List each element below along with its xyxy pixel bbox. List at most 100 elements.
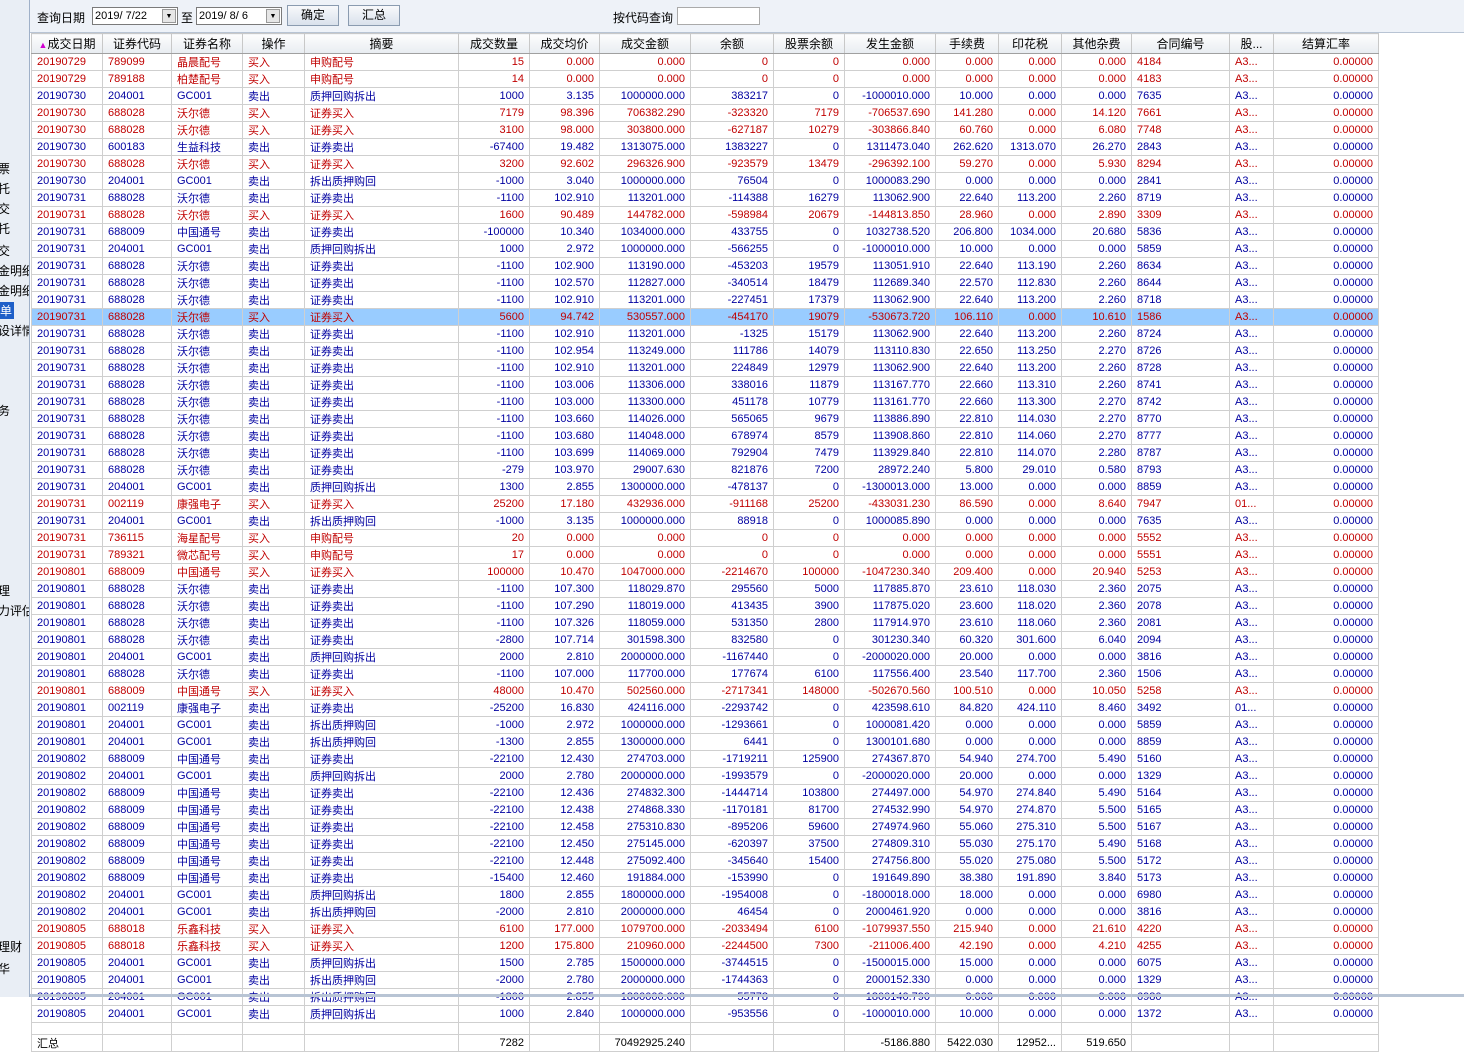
- table-row[interactable]: 20190731 688028 沃尔德 卖出 证券卖出 -279 103.970 29007.…: [31, 461, 1379, 479]
- date-from-picker[interactable]: 2019/ 7/22 ▼: [92, 7, 178, 25]
- table-row[interactable]: 20190731 688028 沃尔德 卖出 证券卖出 -1100 102.910 11320…: [31, 325, 1379, 343]
- table-row[interactable]: 20190802 688009 中国通号 卖出 证券卖出 -22100 12.430 2747…: [31, 750, 1379, 768]
- column-header-stamp-tax[interactable]: 印花税: [998, 33, 1062, 54]
- code-query-input[interactable]: [677, 7, 760, 25]
- column-header-occurred-amount[interactable]: 发生金额: [844, 33, 936, 54]
- table-row[interactable]: 20190801 002119 康强电子 卖出 证券卖出 -25200 16.830 4241…: [31, 699, 1379, 717]
- table-row[interactable]: 20190731 688009 中国通号 卖出 证券卖出 -100000 10.340 103…: [31, 223, 1379, 241]
- table-row[interactable]: 20190731 688028 沃尔德 卖出 证券卖出 -1100 102.910 11320…: [31, 359, 1379, 377]
- sidebar-item[interactable]: 交: [0, 200, 10, 217]
- table-row[interactable]: 20190731 688028 沃尔德 买入 证券买入 1600 90.489 144782.…: [31, 206, 1379, 224]
- summary-button[interactable]: 汇总: [348, 5, 400, 26]
- table-row[interactable]: 20190801 688028 沃尔德 卖出 证券卖出 -1100 107.290 11801…: [31, 597, 1379, 615]
- cell-contract-no: 4184: [1131, 53, 1230, 71]
- sidebar-item[interactable]: 金明细: [0, 282, 29, 299]
- cell-commission: 0.000: [935, 716, 999, 734]
- sidebar-item[interactable]: 华: [0, 960, 10, 977]
- table-row[interactable]: 20190731 688028 沃尔德 卖出 证券卖出 -1100 102.910 11320…: [31, 189, 1379, 207]
- table-row[interactable]: 20190801 688009 中国通号 买入 证券买入 100000 10.470 1047…: [31, 563, 1379, 581]
- column-header-security-name[interactable]: 证券名称: [171, 33, 243, 54]
- column-header-shareholder[interactable]: 股...: [1229, 33, 1274, 54]
- sidebar-item[interactable]: 务: [0, 402, 10, 419]
- table-row[interactable]: 20190802 204001 GC001 卖出 质押回购拆出 1800 2.855 1800…: [31, 886, 1379, 904]
- table-row-selected[interactable]: 20190731 688028 沃尔德 买入 证券买入 5600 94.742 530557.…: [31, 308, 1379, 326]
- table-row[interactable]: 20190731 204001 GC001 卖出 拆出质押购回 -1000 3.135 100…: [31, 512, 1379, 530]
- summary-row[interactable]: 汇总 7282 70492925.240 -5186.880 5422.030 12952…: [31, 1034, 1379, 1052]
- table-row[interactable]: 20190802 204001 GC001 卖出 质押回购拆出 2000 2.780 2000…: [31, 767, 1379, 785]
- table-row[interactable]: 20190801 204001 GC001 卖出 拆出质押购回 -1000 2.972 100…: [31, 716, 1379, 734]
- table-row[interactable]: 20190731 688028 沃尔德 卖出 证券卖出 -1100 103.699 11406…: [31, 444, 1379, 462]
- table-row[interactable]: 20190802 688009 中国通号 卖出 证券卖出 -15400 12.460 1918…: [31, 869, 1379, 887]
- table-row[interactable]: 20190730 204001 GC001 卖出 质押回购拆出 1000 3.135 1000…: [31, 87, 1379, 105]
- table-row[interactable]: 20190802 688009 中国通号 卖出 证券卖出 -22100 12.450 2751…: [31, 835, 1379, 853]
- table-row[interactable]: 20190801 688009 中国通号 买入 证券买入 48000 10.470 50256…: [31, 682, 1379, 700]
- table-row[interactable]: 20190802 688009 中国通号 卖出 证券卖出 -22100 12.438 2748…: [31, 801, 1379, 819]
- sidebar-item[interactable]: 单: [0, 302, 15, 319]
- table-row[interactable]: 20190730 600183 生益科技 卖出 证券卖出 -67400 19.482 1313…: [31, 138, 1379, 156]
- column-header-other-fees[interactable]: 其他杂费: [1061, 33, 1132, 54]
- table-row[interactable]: 20190731 736115 海星配号 买入 申购配号 20 0.000 0.000 0 0 0.…: [31, 529, 1379, 547]
- table-row[interactable]: 20190801 688028 沃尔德 卖出 证券卖出 -1100 107.326 11805…: [31, 614, 1379, 632]
- sidebar-item[interactable]: 理财: [0, 938, 22, 955]
- table-row[interactable]: 20190802 204001 GC001 卖出 拆出质押购回 -2000 2.810 200…: [31, 903, 1379, 921]
- table-row[interactable]: 20190731 204001 GC001 卖出 质押回购拆出 1000 2.972 1000…: [31, 240, 1379, 258]
- column-header-trade-date[interactable]: ▲成交日期: [31, 33, 103, 54]
- table-row[interactable]: 20190801 688028 沃尔德 卖出 证券卖出 -1100 107.300 11802…: [31, 580, 1379, 598]
- table-row[interactable]: 20190729 789188 柏楚配号 买入 申购配号 14 0.000 0.000 0 0 0.…: [31, 70, 1379, 88]
- table-row[interactable]: 20190731 204001 GC001 卖出 质押回购拆出 1300 2.855 1300…: [31, 478, 1379, 496]
- table-row[interactable]: 20190731 688028 沃尔德 卖出 证券卖出 -1100 102.900 11319…: [31, 257, 1379, 275]
- table-row[interactable]: 20190805 204001 GC001 卖出 质押回购拆出 1000 2.840 1000…: [31, 1005, 1379, 1023]
- table-row[interactable]: 20190802 688009 中国通号 卖出 证券卖出 -22100 12.458 2753…: [31, 818, 1379, 836]
- column-header-avg-price[interactable]: 成交均价: [529, 33, 600, 54]
- chevron-down-icon[interactable]: ▼: [266, 9, 280, 23]
- table-row[interactable]: 20190805 204001 GC001 卖出 质押回购拆出 1500 2.785 1500…: [31, 954, 1379, 972]
- table-row[interactable]: 20190730 688028 沃尔德 买入 证券买入 7179 98.396 706382.…: [31, 104, 1379, 122]
- table-row[interactable]: 20190802 688009 中国通号 卖出 证券卖出 -22100 12.448 2750…: [31, 852, 1379, 870]
- sidebar-item[interactable]: 金明细: [0, 262, 29, 279]
- column-header-security-code[interactable]: 证券代码: [102, 33, 172, 54]
- table-row[interactable]: 20190805 204001 GC001 卖出 拆出质押购回 -1800 2.855 180…: [31, 988, 1379, 1006]
- table-row[interactable]: 20190729 789099 晶晨配号 买入 申购配号 15 0.000 0.000 0 0 0.…: [31, 53, 1379, 71]
- table-row[interactable]: 20190805 688018 乐鑫科技 买入 证券买入 1200 175.800 21096…: [31, 937, 1379, 955]
- table-row[interactable]: 20190730 204001 GC001 卖出 拆出质押购回 -1000 3.040 100…: [31, 172, 1379, 190]
- column-header-summary[interactable]: 摘要: [304, 33, 459, 54]
- column-header-contract-no[interactable]: 合同编号: [1131, 33, 1230, 54]
- table-row[interactable]: 20190801 688028 沃尔德 卖出 证券卖出 -2800 107.714 30159…: [31, 631, 1379, 649]
- chevron-down-icon[interactable]: ▼: [162, 9, 176, 23]
- sidebar-item[interactable]: 交: [0, 242, 10, 259]
- table-row[interactable]: 20190731 688028 沃尔德 卖出 证券卖出 -1100 102.910 11320…: [31, 291, 1379, 309]
- confirm-button[interactable]: 确定: [287, 5, 339, 26]
- table-row[interactable]: 20190731 789321 微芯配号 买入 申购配号 17 0.000 0.000 0 0 0.…: [31, 546, 1379, 564]
- column-header-amount[interactable]: 成交金额: [599, 33, 691, 54]
- table-row[interactable]: 20190730 688028 沃尔德 买入 证券买入 3100 98.000 303800.…: [31, 121, 1379, 139]
- column-header-stock-balance[interactable]: 股票余额: [773, 33, 845, 54]
- table-row[interactable]: 20190805 688018 乐鑫科技 买入 证券买入 6100 177.000 10797…: [31, 920, 1379, 938]
- table-row[interactable]: 20190731 688028 沃尔德 卖出 证券卖出 -1100 103.006 11330…: [31, 376, 1379, 394]
- table-row[interactable]: 20190730 688028 沃尔德 买入 证券买入 3200 92.602 296326.…: [31, 155, 1379, 173]
- sidebar-item[interactable]: 设详情: [0, 322, 29, 339]
- table-row[interactable]: 20190805 204001 GC001 卖出 拆出质押购回 -2000 2.780 200…: [31, 971, 1379, 989]
- column-header-operation[interactable]: 操作: [242, 33, 305, 54]
- column-header-commission[interactable]: 手续费: [935, 33, 999, 54]
- table-row[interactable]: 20190801 204001 GC001 卖出 拆出质押购回 -1300 2.855 130…: [31, 733, 1379, 751]
- sidebar-item[interactable]: 力评估: [0, 602, 29, 619]
- date-to-picker[interactable]: 2019/ 8/ 6 ▼: [196, 7, 282, 25]
- table-row[interactable]: 20190731 688028 沃尔德 卖出 证券卖出 -1100 102.954 11324…: [31, 342, 1379, 360]
- table-row[interactable]: 20190801 688028 沃尔德 卖出 证券卖出 -1100 107.000 11770…: [31, 665, 1379, 683]
- table-row[interactable]: 20190801 204001 GC001 卖出 质押回购拆出 2000 2.810 2000…: [31, 648, 1379, 666]
- sidebar-item[interactable]: 理: [0, 582, 10, 599]
- table-row[interactable]: 20190731 688028 沃尔德 卖出 证券卖出 -1100 103.660 11402…: [31, 410, 1379, 428]
- table-row[interactable]: 20190731 688028 沃尔德 卖出 证券卖出 -1100 103.000 11330…: [31, 393, 1379, 411]
- table-row[interactable]: 20190802 688009 中国通号 卖出 证券卖出 -22100 12.436 2748…: [31, 784, 1379, 802]
- table-row[interactable]: 20190731 688028 沃尔德 卖出 证券卖出 -1100 102.570 11282…: [31, 274, 1379, 292]
- column-header-balance[interactable]: 余额: [690, 33, 774, 54]
- sidebar-item[interactable]: 托: [0, 220, 10, 237]
- sidebar-item[interactable]: 票: [0, 160, 10, 177]
- sidebar-item[interactable]: 托: [0, 180, 10, 197]
- column-header-settle-rate[interactable]: 结算汇率: [1273, 33, 1379, 54]
- table-row[interactable]: 20190731 002119 康强电子 买入 证券买入 25200 17.180 43293…: [31, 495, 1379, 513]
- table-row[interactable]: 20190731 688028 沃尔德 卖出 证券卖出 -1100 103.680 11404…: [31, 427, 1379, 445]
- empty-row[interactable]: [31, 1022, 1379, 1035]
- column-header-quantity[interactable]: 成交数量: [458, 33, 530, 54]
- cell-operation: 卖出: [242, 580, 305, 598]
